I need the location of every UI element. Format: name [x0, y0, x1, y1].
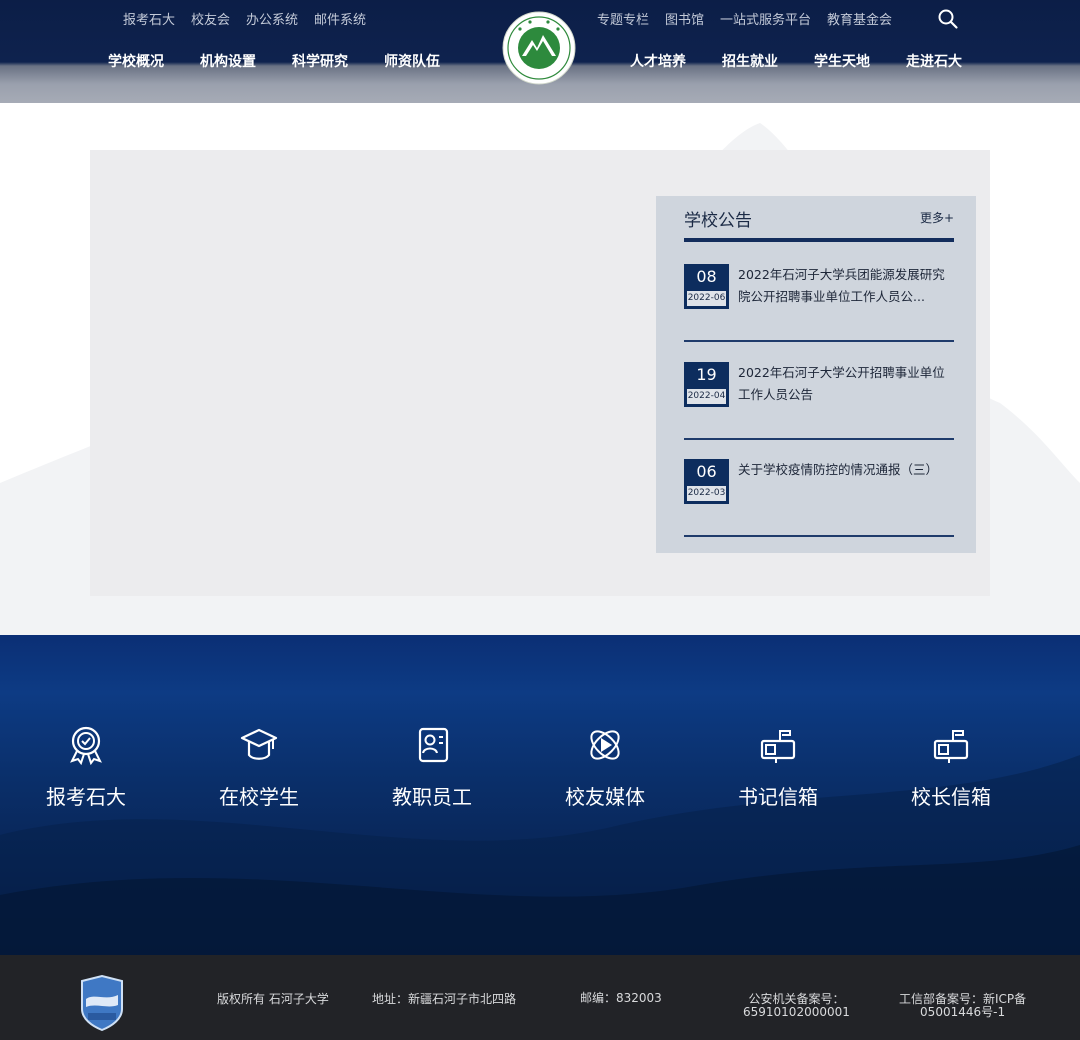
- nav-about[interactable]: 学校概况: [108, 51, 164, 71]
- notice-title: 学校公告: [684, 211, 752, 231]
- nav-students[interactable]: 学生天地: [814, 51, 870, 71]
- top-link-alumni[interactable]: 校友会: [191, 9, 230, 28]
- award-ribbon-icon: [70, 726, 102, 765]
- top-link-library[interactable]: 图书馆: [665, 9, 704, 28]
- site-footer: 版权所有 石河子大学 地址：新疆石河子市北四路 邮编：832003 公安机关备案…: [0, 955, 1080, 1040]
- footer-police-record[interactable]: 公安机关备案号： 65910102000001: [743, 993, 850, 1019]
- notice-text[interactable]: 关于学校疫情防控的情况通报（三）: [738, 459, 948, 481]
- service-staff[interactable]: 教职员工: [357, 725, 507, 810]
- top-links-left: 报考石大 校友会 办公系统 邮件系统: [123, 9, 366, 28]
- nav-education[interactable]: 人才培养: [630, 51, 686, 71]
- notice-more-link[interactable]: 更多+: [920, 209, 954, 226]
- play-orbit-icon: [590, 730, 620, 760]
- site-header: 报考石大 校友会 办公系统 邮件系统 专题专栏 图书馆 一站式服务平台 教育基金…: [0, 0, 1080, 103]
- nav-faculty[interactable]: 师资队伍: [384, 51, 440, 71]
- mailbox-icon: [933, 730, 969, 763]
- service-label: 书记信箱: [738, 785, 818, 809]
- top-link-topics[interactable]: 专题专栏: [597, 9, 649, 28]
- top-link-mail-system[interactable]: 邮件系统: [314, 9, 366, 28]
- service-label: 在校学生: [219, 785, 299, 809]
- notice-date: 19 2022-04: [684, 362, 729, 407]
- notice-text[interactable]: 2022年石河子大学公开招聘事业单位工作人员公告: [738, 362, 948, 406]
- notice-day: 19: [696, 365, 717, 384]
- notice-panel: 学校公告 更多+ 08 2022-06 2022年石河子大学兵团能源发展研究院公…: [656, 196, 976, 553]
- service-label: 校友媒体: [565, 785, 645, 809]
- police-record-number: 65910102000001: [743, 1005, 850, 1019]
- footer-icp-record[interactable]: 工信部备案号：新ICP备 05001446号-1: [899, 993, 1026, 1019]
- nav-admissions[interactable]: 招生就业: [722, 51, 778, 71]
- notice-date: 08 2022-06: [684, 264, 729, 309]
- top-link-office-system[interactable]: 办公系统: [246, 9, 298, 28]
- service-apply[interactable]: 报考石大: [11, 725, 161, 810]
- graduation-cap-icon: [240, 728, 278, 760]
- services-band: 报考石大 在校学生 教职员工 校友媒体 书记信箱 校长信箱: [0, 635, 1080, 955]
- notice-date: 06 2022-03: [684, 459, 729, 504]
- notice-year-month: 2022-03: [686, 485, 727, 502]
- notice-item[interactable]: 19 2022-04 2022年石河子大学公开招聘事业单位工作人员公告: [684, 342, 954, 440]
- service-label: 校长信箱: [911, 785, 991, 809]
- icp-record-number: 05001446号-1: [920, 1005, 1006, 1019]
- notice-divider: [684, 238, 954, 242]
- footer-postcode: 邮编：832003: [580, 991, 662, 1005]
- nav-explore[interactable]: 走进石大: [906, 51, 962, 71]
- nav-departments[interactable]: 机构设置: [200, 51, 256, 71]
- top-links-right: 专题专栏 图书馆 一站式服务平台 教育基金会: [597, 9, 892, 28]
- service-secretary-mailbox[interactable]: 书记信箱: [703, 725, 853, 810]
- hero-section: 学校公告 更多+ 08 2022-06 2022年石河子大学兵团能源发展研究院公…: [0, 103, 1080, 635]
- top-link-service-platform[interactable]: 一站式服务平台: [720, 9, 811, 28]
- notice-item[interactable]: 06 2022-03 关于学校疫情防控的情况通报（三）: [684, 439, 954, 537]
- mailbox-icon: [760, 730, 796, 763]
- staff-id-icon: [418, 727, 449, 763]
- top-link-apply[interactable]: 报考石大: [123, 9, 175, 28]
- service-president-mailbox[interactable]: 校长信箱: [876, 725, 1026, 810]
- notice-day: 08: [696, 267, 717, 286]
- footer-address: 地址：新疆石河子市北四路: [372, 992, 517, 1006]
- notice-year-month: 2022-06: [686, 290, 727, 307]
- service-alumni-media[interactable]: 校友媒体: [530, 725, 680, 810]
- notice-text[interactable]: 2022年石河子大学兵团能源发展研究院公开招聘事业单位工作人员公...: [738, 264, 948, 308]
- service-label: 报考石大: [46, 785, 126, 809]
- notice-year-month: 2022-04: [686, 388, 727, 405]
- nav-research[interactable]: 科学研究: [292, 51, 348, 71]
- main-nav-right: 人才培养 招生就业 学生天地 走进石大: [630, 51, 962, 71]
- service-students[interactable]: 在校学生: [184, 725, 334, 810]
- notice-item[interactable]: 08 2022-06 2022年石河子大学兵团能源发展研究院公开招聘事业单位工作…: [684, 244, 954, 342]
- gov-badge-icon[interactable]: [78, 975, 126, 1031]
- footer-copyright: 版权所有 石河子大学: [217, 992, 329, 1006]
- notice-day: 06: [696, 462, 717, 481]
- university-logo[interactable]: [502, 11, 576, 85]
- main-nav-left: 学校概况 机构设置 科学研究 师资队伍: [108, 51, 440, 71]
- search-icon[interactable]: [937, 8, 959, 30]
- top-link-foundation[interactable]: 教育基金会: [827, 9, 892, 28]
- service-label: 教职员工: [392, 785, 472, 809]
